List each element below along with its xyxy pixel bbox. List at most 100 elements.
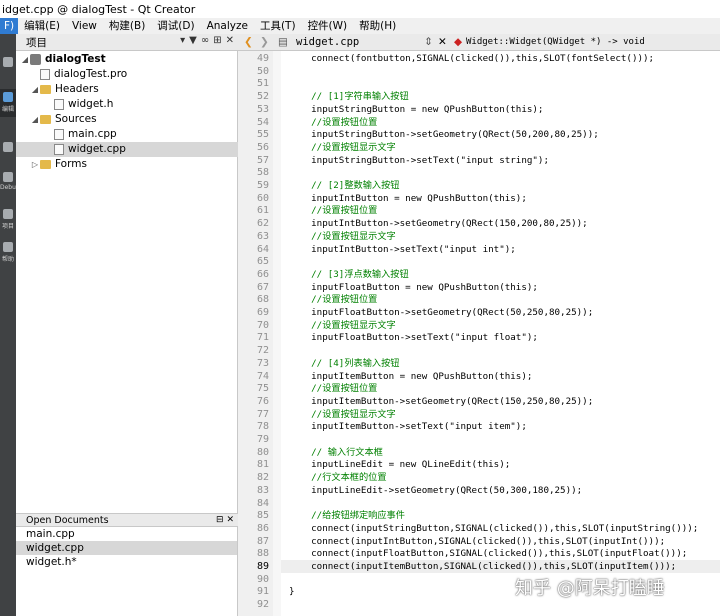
tree-item-project[interactable]: ◢ dialogTest (20, 52, 106, 67)
line-number: 82 (256, 472, 269, 484)
tree-item-sources[interactable]: ◢ Sources (30, 112, 97, 127)
chevron-down-icon[interactable]: ▾ (180, 35, 185, 46)
line-number: 71 (256, 332, 269, 344)
pro-file-icon (40, 69, 50, 80)
expand-arrow-icon[interactable]: ◢ (30, 82, 40, 97)
menu-analyze[interactable]: Analyze (201, 18, 254, 34)
tree-item-label: Forms (55, 158, 87, 170)
line-number: 83 (256, 484, 269, 496)
project-icon (30, 54, 41, 65)
mode-label: 帮助 (1, 256, 14, 263)
code-line: inputStringButton->setText("input string… (289, 154, 549, 166)
menu-widgets[interactable]: 控件(W) (302, 18, 354, 34)
line-number: 80 (256, 446, 269, 458)
line-number: 49 (256, 53, 269, 64)
watermark: 知乎 @阿呆打瞌睡 (515, 578, 665, 599)
menu-file[interactable]: F) (0, 18, 19, 34)
code-line: // [2]整数输入按钮 (289, 180, 400, 191)
menu-help[interactable]: 帮助(H) (353, 18, 402, 34)
back-arrow-icon[interactable]: ❮ (244, 36, 253, 48)
line-number: 65 (256, 256, 269, 268)
close-icon[interactable]: ✕ (226, 35, 234, 46)
tree-item-forms[interactable]: ▷ Forms (30, 157, 87, 172)
menu-view[interactable]: View (66, 18, 103, 34)
forward-arrow-icon[interactable]: ❯ (260, 36, 269, 48)
line-number: 52 (256, 91, 269, 103)
project-pane-title: 项目 (26, 36, 47, 49)
mode-welcome[interactable] (0, 54, 16, 82)
open-document-item[interactable]: widget.h* (16, 555, 237, 569)
code-line: inputLineEdit->setGeometry(QRect(50,300,… (289, 484, 583, 496)
code-line: inputIntButton->setText("input int"); (289, 243, 516, 255)
tree-item-pro-file[interactable]: dialogTest.pro (40, 67, 127, 82)
open-document-item[interactable]: main.cpp (16, 527, 237, 541)
line-number: 64 (256, 243, 269, 255)
mode-label: 编辑 (1, 106, 14, 113)
fold-column (273, 51, 281, 616)
code-line: // [1]字符串输入按钮 (289, 91, 409, 103)
tree-item-label: dialogTest.pro (54, 68, 128, 80)
code-line: inputFloatButton->setGeometry(QRect(50,2… (289, 307, 594, 318)
folder-icon (40, 160, 51, 169)
line-number: 76 (256, 395, 269, 407)
split-icon[interactable]: ⊞ (213, 35, 221, 46)
code-line: inputItemButton->setText("input item"); (289, 421, 527, 433)
tree-item-label: widget.h (68, 98, 114, 110)
menu-build[interactable]: 构建(B) (103, 18, 151, 34)
mode-help[interactable]: 帮助 (0, 239, 16, 267)
menu-tools[interactable]: 工具(T) (254, 18, 302, 34)
menu-edit[interactable]: 编辑(E) (18, 18, 66, 34)
expand-arrow-icon[interactable]: ◢ (20, 52, 30, 67)
line-number: 58 (256, 167, 269, 179)
filter-icon[interactable]: ▼ (189, 35, 197, 46)
window-title: idget.cpp @ dialogTest - Qt Creator (2, 2, 196, 16)
function-scope[interactable]: Widget::Widget(QWidget *) -> void (466, 37, 645, 47)
line-number: 63 (256, 230, 269, 242)
tree-item-main-cpp[interactable]: main.cpp (54, 127, 117, 142)
project-tree: ◢ dialogTest dialogTest.pro ◢ Headers widg… (16, 51, 238, 513)
collapse-arrow-icon[interactable]: ▷ (30, 157, 40, 172)
line-number: 86 (256, 522, 269, 534)
line-number: 75 (256, 383, 269, 395)
line-number: 57 (256, 154, 269, 166)
mode-debug[interactable]: Debug (0, 169, 20, 197)
open-document-item[interactable]: widget.cpp (16, 541, 237, 555)
line-number: 89 (256, 561, 269, 572)
link-icon[interactable]: ∞ (201, 35, 209, 46)
code-line: //设置按钮位置 (289, 294, 378, 306)
tree-item-label: main.cpp (68, 128, 117, 140)
mode-edit[interactable]: 编辑 (0, 89, 16, 117)
code-editor[interactable]: connect(fontbutton,SIGNAL(clicked()),thi… (281, 51, 720, 616)
code-line: // 输入行文本框 (289, 446, 383, 458)
code-line: } (289, 586, 295, 598)
code-line: //给按钮绑定响应事件 (289, 510, 405, 522)
header-file-icon (54, 99, 64, 110)
project-pane-header: 项目 ▾ ▼ ∞ ⊞ ✕ (16, 34, 238, 51)
close-icon[interactable]: ⊟ ✕ (216, 514, 234, 527)
code-line: // [3]浮点数输入按钮 (289, 268, 409, 280)
window-titlebar: idget.cpp @ dialogTest - Qt Creator (0, 0, 720, 18)
line-number: 61 (256, 205, 269, 217)
code-line: inputItemButton->setGeometry(QRect(150,2… (289, 395, 594, 407)
line-number: 70 (256, 319, 269, 331)
line-number: 73 (256, 357, 269, 369)
line-number: 53 (256, 103, 269, 115)
close-file-icon[interactable]: ✕ (438, 36, 447, 48)
line-number: 84 (256, 497, 269, 509)
tree-item-widget-cpp[interactable]: widget.cpp (16, 142, 238, 157)
code-line: inputItemButton = new QPushButton(this); (289, 370, 533, 382)
code-line: //设置按钮位置 (289, 116, 378, 128)
mode-design[interactable] (0, 139, 16, 167)
code-line: // [4]列表输入按钮 (289, 357, 400, 369)
design-icon (3, 142, 13, 152)
cpp-file-icon (54, 129, 64, 140)
menu-debug[interactable]: 调试(D) (151, 18, 200, 34)
tree-item-headers[interactable]: ◢ Headers (30, 82, 99, 97)
dropdown-icon[interactable]: ⇕ (424, 36, 433, 48)
mode-projects[interactable]: 项目 (0, 206, 16, 234)
line-number: 68 (256, 294, 269, 306)
editor-file-tab[interactable]: widget.cpp (296, 36, 359, 48)
tree-item-widget-h[interactable]: widget.h (54, 97, 113, 112)
expand-arrow-icon[interactable]: ◢ (30, 112, 40, 127)
line-number: 54 (256, 116, 269, 128)
